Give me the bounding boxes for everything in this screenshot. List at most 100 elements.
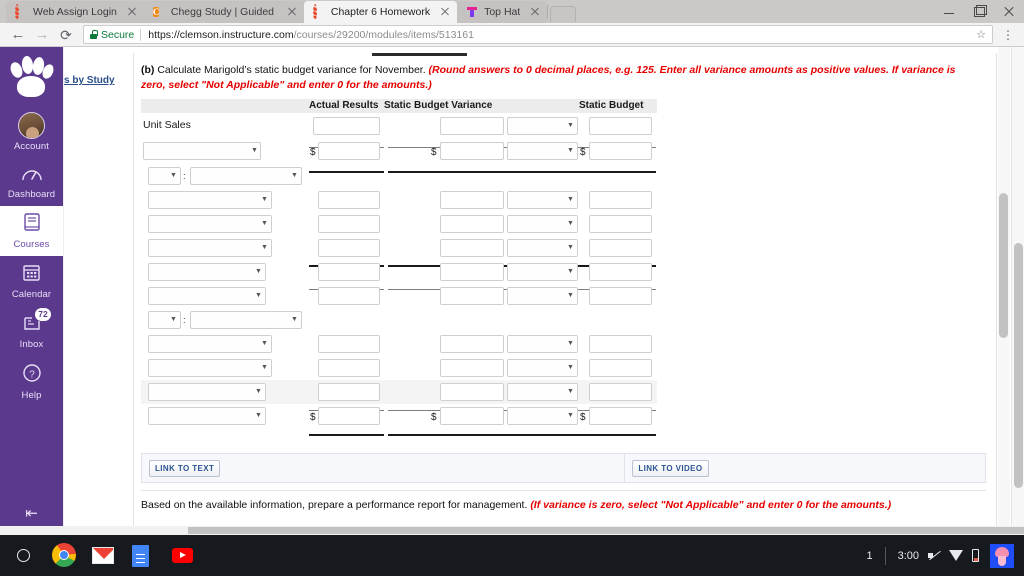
line-item-select[interactable] [148, 359, 272, 377]
static-budget-input[interactable] [589, 215, 652, 233]
actual-results-input[interactable] [318, 191, 380, 209]
line-item-prefix-select[interactable] [148, 311, 181, 329]
scrollbar-thumb[interactable] [1014, 243, 1023, 488]
variance-type-select[interactable] [507, 359, 578, 377]
gmail-icon[interactable] [92, 543, 118, 569]
clemson-paw-logo[interactable] [7, 55, 56, 99]
horizontal-scrollbar[interactable] [0, 526, 1024, 535]
browser-tab-chapter-6-homework[interactable]: Chapter 6 Homework [303, 1, 458, 23]
static-budget-input[interactable] [589, 407, 652, 425]
actual-results-input[interactable] [318, 287, 380, 305]
breadcrumb[interactable]: s by Study [64, 75, 115, 86]
line-item-select[interactable] [148, 335, 272, 353]
scrollbar-thumb[interactable] [999, 193, 1008, 338]
close-icon[interactable] [126, 6, 138, 18]
variance-type-select[interactable] [507, 263, 578, 281]
variance-type-select[interactable] [507, 142, 578, 160]
actual-results-input[interactable] [318, 359, 380, 377]
clock[interactable]: 3:00 [898, 550, 919, 562]
link-to-video-button[interactable]: LINK TO VIDEO [632, 459, 709, 477]
browser-tab-web-assign-login[interactable]: Web Assign Login [6, 1, 145, 23]
minimize-icon[interactable] [934, 0, 964, 23]
battery-low-icon[interactable] [972, 549, 979, 562]
collapse-nav-button[interactable]: ⇤ [0, 504, 63, 522]
variance-amount-input[interactable] [440, 263, 504, 281]
line-item-select[interactable] [190, 167, 302, 185]
line-item-select[interactable] [148, 263, 266, 281]
variance-amount-input[interactable] [440, 142, 504, 160]
variance-type-select[interactable] [507, 287, 578, 305]
scrollbar-thumb[interactable] [188, 527, 1024, 534]
variance-amount-input[interactable] [440, 287, 504, 305]
line-item-select[interactable] [190, 311, 302, 329]
variance-type-select[interactable] [507, 383, 578, 401]
variance-type-select[interactable] [507, 335, 578, 353]
sidebar-item-dashboard[interactable]: Dashboard [0, 158, 63, 206]
static-budget-input[interactable] [589, 383, 652, 401]
sidebar-item-help[interactable]: ? Help [0, 356, 63, 407]
variance-type-select[interactable] [507, 215, 578, 233]
close-icon[interactable] [529, 6, 541, 18]
variance-amount-input[interactable] [440, 191, 504, 209]
actual-results-input[interactable] [318, 263, 380, 281]
sidebar-item-courses[interactable]: Courses [0, 206, 63, 256]
static-budget-input[interactable] [589, 335, 652, 353]
actual-results-input[interactable] [318, 239, 380, 257]
launcher-circle-icon[interactable] [17, 549, 30, 562]
close-icon[interactable] [286, 6, 298, 18]
back-arrow-icon[interactable]: ← [6, 24, 30, 46]
variance-amount-input[interactable] [440, 383, 504, 401]
static-budget-input[interactable] [589, 117, 652, 135]
variance-amount-input[interactable] [440, 215, 504, 233]
variance-type-select[interactable] [507, 117, 578, 135]
wifi-icon[interactable] [949, 550, 963, 561]
variance-amount-input[interactable] [440, 407, 504, 425]
actual-results-input[interactable] [318, 142, 380, 160]
line-item-prefix-select[interactable] [148, 167, 181, 185]
line-item-select[interactable] [148, 287, 266, 305]
sidebar-item-inbox[interactable]: 72 Inbox [0, 306, 63, 356]
static-budget-input[interactable] [589, 287, 652, 305]
sidebar-item-account[interactable]: Account [0, 105, 63, 158]
actual-results-input[interactable] [318, 383, 380, 401]
line-item-select[interactable] [148, 407, 266, 425]
close-icon[interactable] [439, 6, 451, 18]
kebab-menu-icon[interactable]: ⋮ [998, 24, 1018, 46]
page-scrollbar[interactable] [1011, 47, 1024, 534]
actual-results-input[interactable] [318, 335, 380, 353]
user-avatar-icon[interactable] [990, 543, 1014, 568]
variance-amount-input[interactable] [440, 359, 504, 377]
variance-type-select[interactable] [507, 407, 578, 425]
line-item-select[interactable] [143, 142, 261, 160]
close-icon[interactable] [994, 0, 1024, 23]
restore-icon[interactable] [964, 0, 994, 23]
static-budget-input[interactable] [589, 263, 652, 281]
actual-results-input[interactable] [313, 117, 380, 135]
youtube-icon[interactable] [172, 543, 198, 569]
link-to-text-button[interactable]: LINK TO TEXT [149, 459, 221, 477]
browser-tab-top-hat[interactable]: Top Hat [457, 1, 549, 23]
line-item-select[interactable] [148, 215, 272, 233]
variance-amount-input[interactable] [440, 239, 504, 257]
window-count[interactable]: 1 [866, 550, 872, 562]
reload-icon[interactable]: ⟳ [54, 24, 78, 46]
browser-tab-chegg-study[interactable]: C Chegg Study | Guided So [143, 1, 305, 23]
static-budget-input[interactable] [589, 142, 652, 160]
content-scrollbar[interactable] [998, 47, 1010, 534]
volume-muted-icon[interactable] [928, 549, 941, 562]
line-item-select[interactable] [148, 239, 272, 257]
actual-results-input[interactable] [318, 215, 380, 233]
static-budget-input[interactable] [589, 359, 652, 377]
variance-amount-input[interactable] [440, 117, 504, 135]
static-budget-input[interactable] [589, 239, 652, 257]
variance-type-select[interactable] [507, 191, 578, 209]
sidebar-item-calendar[interactable]: Calendar [0, 256, 63, 306]
variance-type-select[interactable] [507, 239, 578, 257]
address-bar[interactable]: Secure https://clemson.instructure.com /… [83, 25, 993, 44]
variance-amount-input[interactable] [440, 335, 504, 353]
line-item-select[interactable] [148, 191, 272, 209]
google-docs-icon[interactable] [132, 543, 158, 569]
new-tab-button[interactable] [550, 6, 577, 22]
chrome-icon[interactable] [52, 542, 78, 569]
static-budget-input[interactable] [589, 191, 652, 209]
